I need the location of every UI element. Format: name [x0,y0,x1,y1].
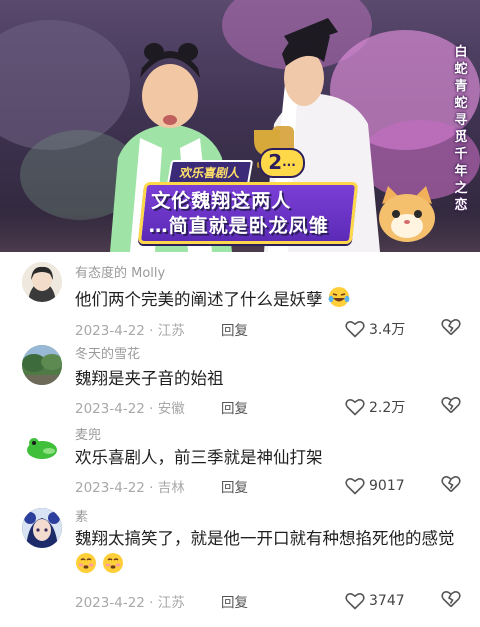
like-button[interactable]: 3747 [345,590,405,612]
comment-meta: 2023-4-22 · 江苏 回复 3747 [75,591,465,611]
avatar[interactable] [22,508,62,548]
caption-line-2: …简直就是卧龙凤雏 [148,215,329,237]
comment-meta: 2023-4-22 · 吉林 回复 9017 [75,476,465,496]
avatar[interactable] [22,262,62,302]
shy-face-emoji-icon [76,553,96,573]
comment-date-location: 2023-4-22 · 江苏 [75,323,185,339]
avatar-girl-illustration [22,262,62,302]
comment-text: 魏翔太搞笑了，就是他一开口就有种想掐死他的感觉 [75,525,465,579]
reply-button[interactable]: 回复 [221,591,248,611]
comment-meta: 2023-4-22 · 安徽 回复 2.2万 [75,397,465,417]
heart-icon [345,321,365,338]
like-count: 2.2万 [369,400,406,416]
like-button[interactable]: 2.2万 [345,396,405,418]
comment-username[interactable]: 有态度的 Molly [75,262,165,281]
like-count: 3747 [369,593,405,609]
comment-item: 素 魏翔太搞笑了，就是他一开口就有种想掐死他的感觉 2023-4-22 · 江苏… [0,508,480,627]
avatar[interactable] [22,426,62,466]
comment-username[interactable]: 冬天的雪花 [75,343,140,362]
like-button[interactable]: 3.4万 [345,318,405,340]
heart-icon [345,593,365,610]
comment-username[interactable]: 麦兜 [75,424,101,443]
cat-mascot-icon [379,186,435,242]
episode-number-badge: 2··· [259,148,305,178]
reply-button[interactable]: 回复 [221,476,248,496]
broken-heart-icon[interactable] [441,396,461,414]
comment-text: 他们两个完美的阐述了什么是妖孽 [75,286,465,313]
video-frame[interactable]: 白 蛇 青 蛇 寻 觅 千 年 之 恋 欢乐喜剧人 2··· 文伦魏翔这两人 …… [0,0,480,252]
heart-icon [345,478,365,495]
broken-heart-icon[interactable] [441,318,461,336]
avatar[interactable] [22,345,62,385]
heart-icon [345,399,365,416]
comment-date-location: 2023-4-22 · 吉林 [75,480,185,496]
comment-date-location: 2023-4-22 · 安徽 [75,401,185,417]
comment-username[interactable]: 素 [75,506,88,525]
avatar-anime-girl-icon [22,508,62,548]
broken-heart-icon[interactable] [441,590,461,608]
avatar-landscape-photo [22,345,62,385]
show-title-vertical: 白 蛇 青 蛇 寻 觅 千 年 之 恋 [454,45,468,213]
avatar-green-frog-icon [22,426,62,466]
comment-item: 冬天的雪花 魏翔是夹子音的始祖 2023-4-22 · 安徽 回复 2.2万 [0,339,480,426]
like-count: 9017 [369,478,405,494]
caption-overlay: 欢乐喜剧人 2··· 文伦魏翔这两人 …简直就是卧龙凤雏 [135,148,367,246]
comment-date-location: 2023-4-22 · 江苏 [75,595,185,611]
reply-button[interactable]: 回复 [221,319,248,339]
comment-list: 有态度的 Molly 他们两个完美的阐述了什么是妖孽 2023-4-22 · 江… [0,252,480,627]
broken-heart-icon[interactable] [441,475,461,493]
comment-item: 麦兜 欢乐喜剧人，前三季就是神仙打架 2023-4-22 · 吉林 回复 901… [0,426,480,514]
comment-item: 有态度的 Molly 他们两个完美的阐述了什么是妖孽 2023-4-22 · 江… [0,252,480,339]
shy-face-emoji-icon [103,553,124,573]
comment-meta: 2023-4-22 · 江苏 回复 3.4万 [75,319,465,339]
caption-line-1: 文伦魏翔这两人 [151,190,292,212]
comment-text: 欢乐喜剧人，前三季就是神仙打架 [75,448,323,467]
reply-button[interactable]: 回复 [221,397,248,417]
caption-text-box: 文伦魏翔这两人 …简直就是卧龙凤雏 [137,182,359,244]
like-count: 3.4万 [369,322,406,338]
laughing-tears-emoji-icon [328,287,350,307]
comment-text: 魏翔是夹子音的始祖 [75,369,224,388]
like-button[interactable]: 9017 [345,475,405,497]
